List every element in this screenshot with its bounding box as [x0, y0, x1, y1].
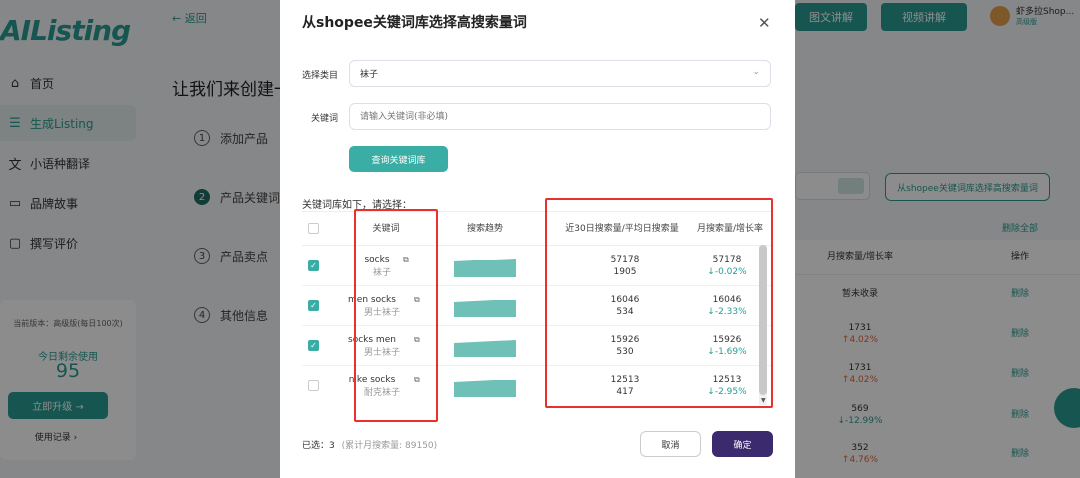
- dialog-title: 从shopee关键词库选择高搜索量词: [302, 15, 527, 31]
- chevron-down-icon: ⌄: [752, 67, 760, 77]
- keyword-input[interactable]: [349, 103, 771, 130]
- keyword-library-dialog: 从shopee关键词库选择高搜索量词 ✕ 选择类目 袜子 ⌄ 关键词 查询关键词…: [280, 0, 795, 478]
- close-icon[interactable]: ✕: [758, 14, 771, 32]
- query-keyword-library-button[interactable]: 查询关键词库: [349, 146, 448, 172]
- trend-sparkline: [454, 300, 516, 317]
- row-checkbox[interactable]: ✓: [308, 260, 319, 271]
- select-all-checkbox[interactable]: [308, 223, 319, 234]
- volume-columns-highlight: [545, 198, 773, 408]
- column-header-trend: 搜索趋势: [466, 224, 503, 234]
- selected-total-volume: (累计月搜索量: 89150): [341, 441, 438, 451]
- category-value: 袜子: [360, 70, 379, 80]
- trend-sparkline: [454, 259, 516, 277]
- selected-summary: 已选：3 (累计月搜索量: 89150): [302, 438, 437, 451]
- row-checkbox[interactable]: ✓: [308, 340, 319, 351]
- confirm-button[interactable]: 确定: [712, 431, 773, 457]
- category-label: 选择类目: [302, 71, 339, 81]
- row-checkbox[interactable]: ✓: [308, 300, 319, 311]
- keyword-label: 关键词: [311, 114, 339, 124]
- cancel-button[interactable]: 取消: [640, 431, 701, 457]
- selected-count: 已选：3: [302, 441, 335, 451]
- trend-sparkline: [454, 340, 516, 357]
- category-select[interactable]: 袜子 ⌄: [349, 60, 771, 87]
- row-checkbox[interactable]: [308, 380, 319, 391]
- trend-sparkline: [454, 380, 516, 397]
- keyword-column-highlight: [354, 209, 438, 422]
